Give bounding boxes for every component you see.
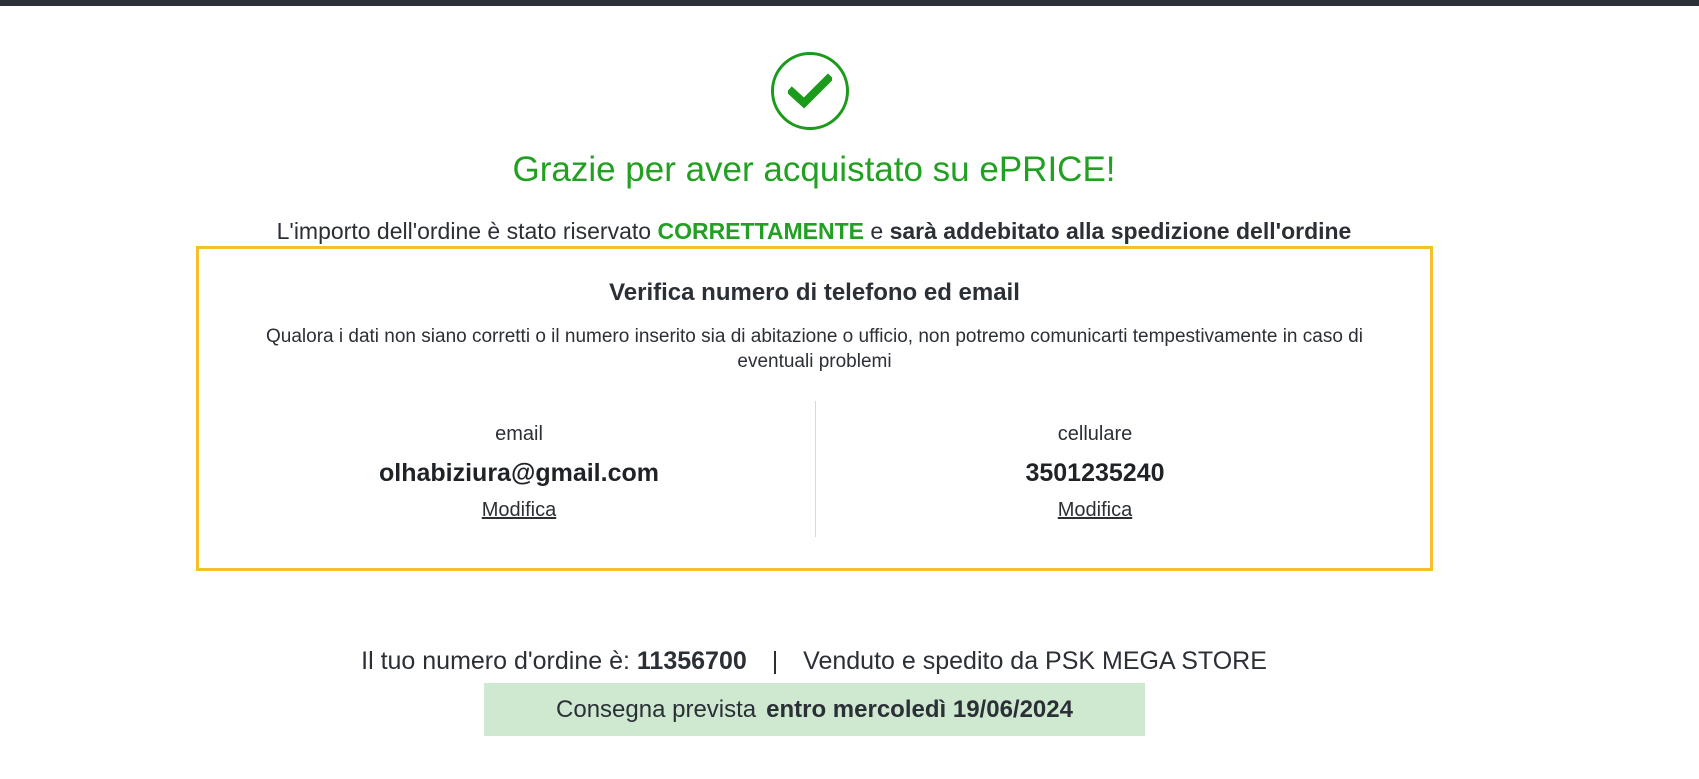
seller-info: Venduto e spedito da PSK MEGA STORE <box>803 647 1267 675</box>
order-confirmation-page: Grazie per aver acquistato su ePRICE! L'… <box>0 0 1628 779</box>
order-separator: | <box>771 647 779 675</box>
order-number: 11356700 <box>636 647 747 675</box>
delivery-label: Consegna prevista <box>556 695 757 723</box>
order-number-label: Il tuo numero d'ordine è: <box>361 647 630 675</box>
thank-you-title: Grazie per aver acquistato su ePRICE! <box>512 150 1116 189</box>
edit-phone-link[interactable]: Modifica <box>1058 497 1132 523</box>
reserved-suffix: sarà addebitato alla spedizione dell'ord… <box>889 218 1352 244</box>
verify-contact-box: Verifica numero di telefono ed email Qua… <box>196 246 1433 571</box>
edit-email-link[interactable]: Modifica <box>482 497 556 523</box>
email-value: olhabiziura@gmail.com <box>379 459 659 487</box>
reserved-middle: e <box>864 218 890 244</box>
delivery-estimate: Consegna prevista entro mercoledì 19/06/… <box>484 683 1145 736</box>
reserved-status: CORRETTAMENTE <box>657 218 865 244</box>
success-check-icon <box>771 52 849 130</box>
verify-description: Qualora i dati non siano corretti o il n… <box>266 326 1363 372</box>
reserved-prefix: L'importo dell'ordine è stato riservato <box>276 218 658 244</box>
email-column: email olhabiziura@gmail.com Modifica <box>239 421 799 523</box>
check-icon <box>788 73 832 109</box>
phone-column: cellulare 3501235240 Modifica <box>815 421 1375 523</box>
phone-label: cellulare <box>1057 423 1133 445</box>
delivery-date: entro mercoledì 19/06/2024 <box>766 695 1073 723</box>
order-info: Il tuo numero d'ordine è: 11356700 | Ven… <box>0 644 1628 678</box>
verify-title: Verifica numero di telefono ed email <box>609 279 1020 306</box>
email-label: email <box>495 423 543 445</box>
phone-value: 3501235240 <box>1025 459 1165 487</box>
payment-reserved-message: L'importo dell'ordine è stato riservato … <box>0 216 1628 246</box>
